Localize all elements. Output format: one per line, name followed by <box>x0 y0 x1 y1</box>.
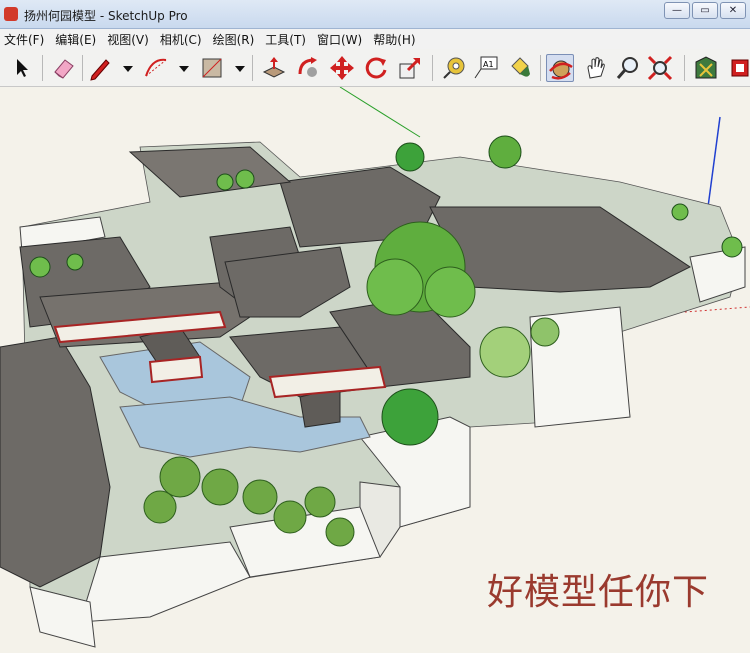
promo-caption: 好模型任你下 <box>487 572 710 613</box>
main-toolbar: A1 <box>0 49 750 87</box>
menu-view[interactable]: 视图(V) <box>103 29 156 49</box>
select-icon[interactable] <box>8 54 36 82</box>
menu-file[interactable]: 文件(F) <box>0 29 51 49</box>
menu-bar: 文件(F) 编辑(E) 视图(V) 相机(C) 绘图(R) 工具(T) 窗口(W… <box>0 29 750 50</box>
sketchup-app-icon <box>4 7 18 21</box>
title-bar: 扬州何园模型 - SketchUp Pro — ▭ ✕ <box>0 0 750 29</box>
model-viewport[interactable]: 好模型任你下 <box>0 87 750 653</box>
warehouse-icon[interactable] <box>692 54 720 82</box>
rotate-icon[interactable] <box>362 54 390 82</box>
dropdown-arrow-icon[interactable] <box>170 54 189 82</box>
pencil-icon[interactable] <box>86 54 114 82</box>
window-controls: — ▭ ✕ <box>664 2 746 19</box>
eraser-icon[interactable] <box>50 54 78 82</box>
zoom-icon[interactable] <box>614 54 642 82</box>
dropdown-arrow-icon[interactable] <box>226 54 245 82</box>
green-axis <box>339 87 421 138</box>
tape-measure-icon[interactable] <box>440 54 468 82</box>
move-icon[interactable] <box>328 54 356 82</box>
extension-icon[interactable] <box>726 54 749 82</box>
toolbar-separator <box>540 55 541 81</box>
menu-edit[interactable]: 编辑(E) <box>51 29 103 49</box>
push-pull-icon[interactable] <box>260 54 288 82</box>
minimize-button[interactable]: — <box>664 2 690 19</box>
maximize-button[interactable]: ▭ <box>692 2 718 19</box>
follow-me-icon[interactable] <box>294 54 322 82</box>
zoom-extents-icon[interactable] <box>646 54 674 82</box>
svg-text:A1: A1 <box>483 60 494 69</box>
toolbar-separator <box>82 55 83 81</box>
dropdown-arrow-icon[interactable] <box>114 54 133 82</box>
rectangle-icon[interactable] <box>198 54 226 82</box>
pavilion-facade <box>148 355 204 384</box>
menu-tools[interactable]: 工具(T) <box>261 29 313 49</box>
toolbar-separator <box>432 55 433 81</box>
window-title: 扬州何园模型 - SketchUp Pro <box>24 9 188 23</box>
close-button[interactable]: ✕ <box>720 2 746 19</box>
toolbar-separator <box>42 55 43 81</box>
menu-camera[interactable]: 相机(C) <box>156 29 209 49</box>
toolbar-separator <box>252 55 253 81</box>
paint-bucket-icon[interactable] <box>506 54 534 82</box>
pan-icon[interactable] <box>582 54 610 82</box>
menu-help[interactable]: 帮助(H) <box>369 29 422 49</box>
arc-icon[interactable] <box>142 54 170 82</box>
toolbar-separator <box>684 55 685 81</box>
menu-window[interactable]: 窗口(W) <box>313 29 369 49</box>
orbit-icon[interactable] <box>546 54 574 82</box>
text-icon[interactable]: A1 <box>472 54 500 82</box>
menu-draw[interactable]: 绘图(R) <box>209 29 262 49</box>
scale-icon[interactable] <box>396 54 424 82</box>
